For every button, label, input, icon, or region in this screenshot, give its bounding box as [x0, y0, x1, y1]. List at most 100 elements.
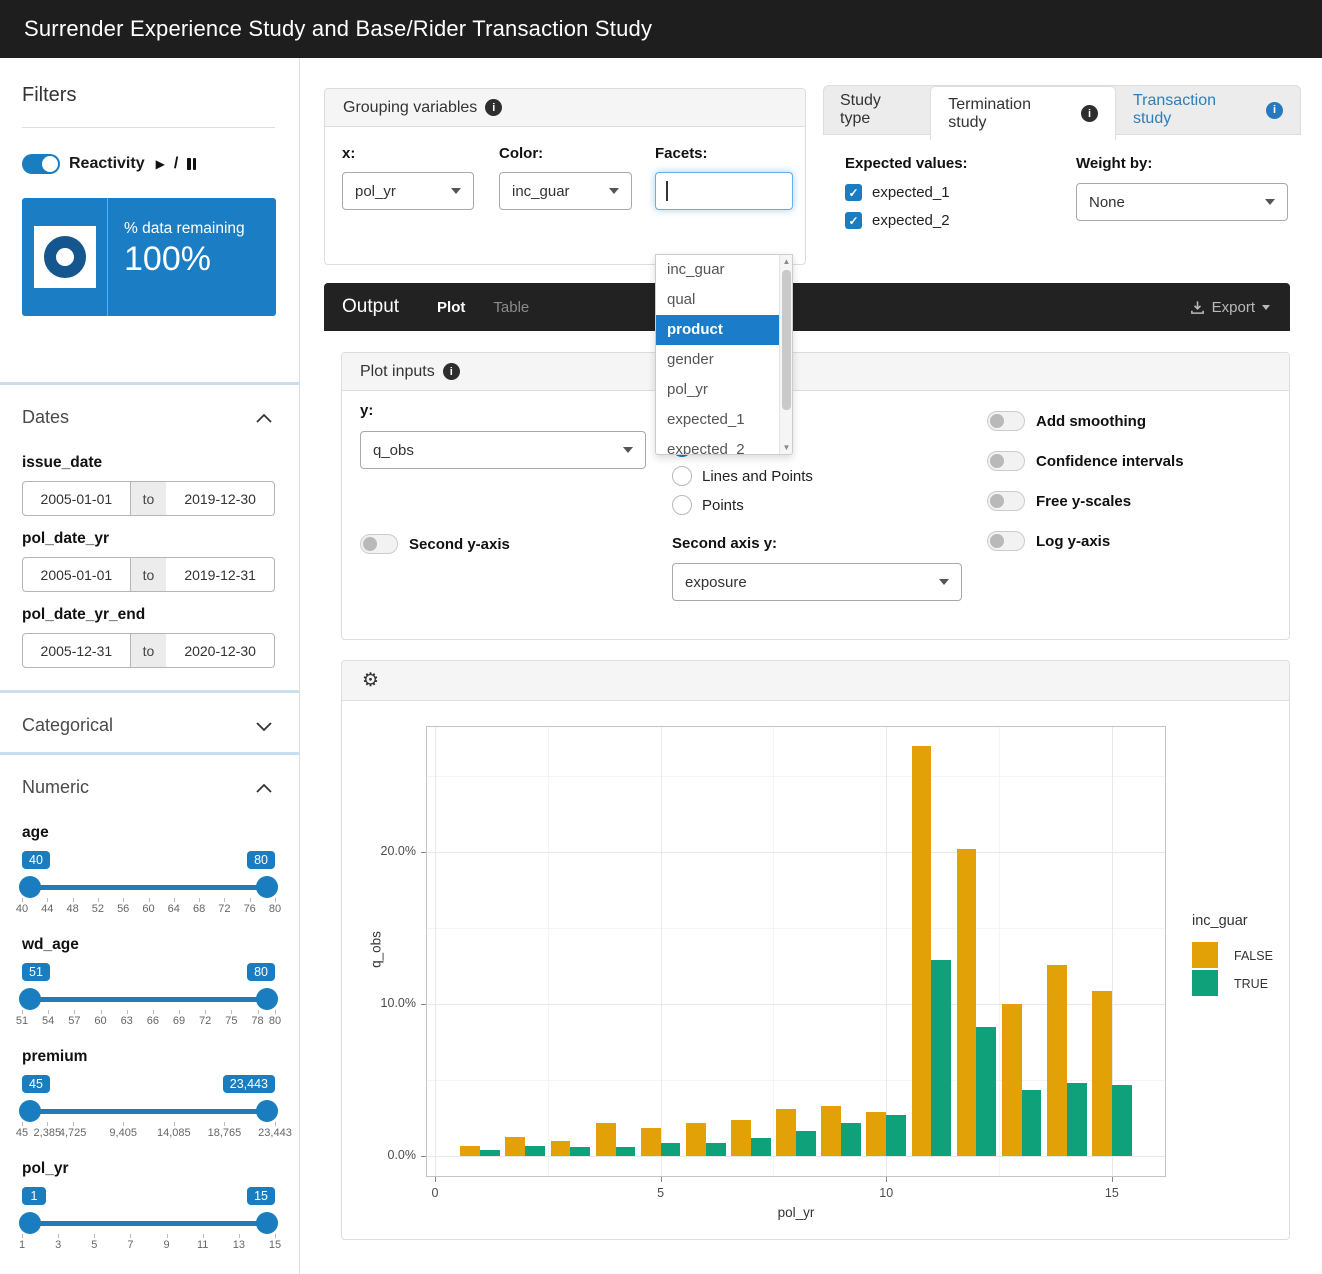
slider-handle-max[interactable] [256, 876, 278, 898]
facets-input[interactable] [655, 172, 793, 210]
checkbox-expected_2[interactable]: ✓ [845, 212, 862, 229]
play-icon: ▶ [156, 157, 165, 171]
tab-transaction-study[interactable]: Transaction study i [1116, 86, 1300, 134]
plot-inputs-panel: Plot inputs i y: q_obs Second y-axis Geo… [341, 352, 1290, 640]
y-select[interactable]: q_obs [360, 431, 646, 469]
app-title: Surrender Experience Study and Base/Ride… [24, 16, 652, 42]
facets-option-inc_guar[interactable]: inc_guar [656, 255, 779, 285]
date-filter-label: pol_date_yr_end [22, 606, 275, 624]
tab-table[interactable]: Table [493, 299, 529, 316]
slider: 40804044485256606468727680 [22, 851, 275, 918]
reactivity-toggle[interactable] [22, 154, 60, 174]
slider-track[interactable] [22, 1100, 275, 1122]
slider-ticks: 5154576063666972757880 [22, 1013, 275, 1030]
color-select[interactable]: inc_guar [499, 172, 632, 210]
text-cursor [666, 181, 668, 201]
slider-tickmark [239, 1234, 240, 1238]
facets-option-gender[interactable]: gender [656, 345, 779, 375]
toggle-log-y-axis[interactable] [987, 531, 1025, 551]
slider-handle-max[interactable] [256, 1100, 278, 1122]
facets-option-product[interactable]: product [656, 315, 779, 345]
slider-badges: 115 [22, 1187, 275, 1205]
toggle-free-y-scales[interactable] [987, 491, 1025, 511]
slider-tickmark [275, 1234, 276, 1238]
bar-true-yr5 [661, 1143, 681, 1157]
study-type-label: Study type [824, 86, 930, 134]
gear-icon[interactable]: ⚙ [362, 669, 379, 692]
date-from-input[interactable]: 2005-01-01 [22, 481, 131, 516]
x-select[interactable]: pol_yr [342, 172, 474, 210]
slider-tickmark [275, 898, 276, 902]
checkbox-row-expected_1: ✓expected_1 [845, 184, 968, 201]
slider-tickmark [101, 1010, 102, 1014]
slider-tickmark [123, 898, 124, 902]
facets-option-expected_2[interactable]: expected_2 [656, 435, 779, 455]
main-content: Grouping variables i x: pol_yr Color: in… [300, 58, 1322, 1274]
slider-handle-min[interactable] [19, 988, 41, 1010]
section-header-numeric[interactable]: Numeric [22, 755, 275, 814]
date-from-input[interactable]: 2005-12-31 [22, 633, 131, 668]
slider-handle-max[interactable] [256, 1212, 278, 1234]
toggle-knob [990, 494, 1004, 508]
expected-values-label: Expected values: [845, 155, 968, 172]
slider-handle-min[interactable] [19, 876, 41, 898]
slider-tickmark [205, 1010, 206, 1014]
gridline-major [886, 726, 887, 1177]
facets-option-expected_1[interactable]: expected_1 [656, 405, 779, 435]
facets-dropdown: inc_guarqualproductgenderpol_yrexpected_… [655, 254, 793, 455]
section-header-dates[interactable]: Dates [22, 385, 275, 444]
second-y-axis-toggle[interactable] [360, 534, 398, 554]
info-icon[interactable]: i [485, 99, 502, 116]
info-icon[interactable]: i [1081, 105, 1098, 122]
slider-track[interactable] [22, 1212, 275, 1234]
weight-by-label: Weight by: [1076, 155, 1288, 172]
scrollbar-thumb[interactable] [782, 270, 791, 410]
tab-plot[interactable]: Plot [437, 299, 465, 316]
facets-option-qual[interactable]: qual [656, 285, 779, 315]
legend-swatch-true [1192, 970, 1218, 996]
grouping-panel-header: Grouping variables i [325, 89, 805, 127]
info-icon[interactable]: i [1266, 102, 1283, 119]
slider-handle-min[interactable] [19, 1100, 41, 1122]
tab-termination-study[interactable]: Termination study i [930, 86, 1116, 140]
date-to-input[interactable]: 2020-12-30 [166, 633, 275, 668]
gridline-minor [548, 726, 549, 1177]
dropdown-scrollbar[interactable]: ▲ ▼ [779, 255, 792, 454]
bar-true-yr4 [616, 1147, 636, 1156]
radio-lines-and-points[interactable] [672, 466, 692, 486]
date-to-input[interactable]: 2019-12-30 [166, 481, 275, 516]
plot-inputs-title: Plot inputs [360, 363, 435, 381]
slider-tickmark [98, 898, 99, 902]
slider-tickmark [153, 1010, 154, 1014]
date-from-input[interactable]: 2005-01-01 [22, 557, 131, 592]
slider-handle-max[interactable] [256, 988, 278, 1010]
bar-false-yr9 [821, 1106, 841, 1156]
toggle-add-smoothing[interactable] [987, 411, 1025, 431]
date-to-label: to [131, 557, 167, 592]
slider-tickmark [224, 898, 225, 902]
gridline-major [435, 726, 436, 1177]
slider-handle-min[interactable] [19, 1212, 41, 1234]
section-header-categorical[interactable]: Categorical [22, 693, 275, 752]
slider-ticks: 4044485256606468727680 [22, 901, 275, 918]
date-to-input[interactable]: 2019-12-31 [166, 557, 275, 592]
slider-badges: 4523,443 [22, 1075, 275, 1093]
second-axis-y-select[interactable]: exposure [672, 563, 962, 601]
slider-label: pol_yr [22, 1160, 275, 1178]
slider-ticklabel: 9,405 [109, 1127, 137, 1139]
scroll-down-arrow[interactable]: ▼ [780, 441, 793, 454]
color-label: Color: [499, 145, 632, 162]
x-axis-title: pol_yr [426, 1205, 1166, 1220]
radio-points[interactable] [672, 495, 692, 515]
info-icon[interactable]: i [443, 363, 460, 380]
weight-by-select[interactable]: None [1076, 183, 1288, 221]
toggle-row-free-y-scales: Free y-scales [987, 491, 1184, 511]
facets-option-pol_yr[interactable]: pol_yr [656, 375, 779, 405]
checkbox-expected_1[interactable]: ✓ [845, 184, 862, 201]
slider-track[interactable] [22, 876, 275, 898]
toggle-confidence-intervals[interactable] [987, 451, 1025, 471]
scroll-up-arrow[interactable]: ▲ [780, 255, 793, 268]
slider-label: wd_age [22, 936, 275, 954]
export-button[interactable]: Export [1190, 299, 1270, 316]
slider-track[interactable] [22, 988, 275, 1010]
